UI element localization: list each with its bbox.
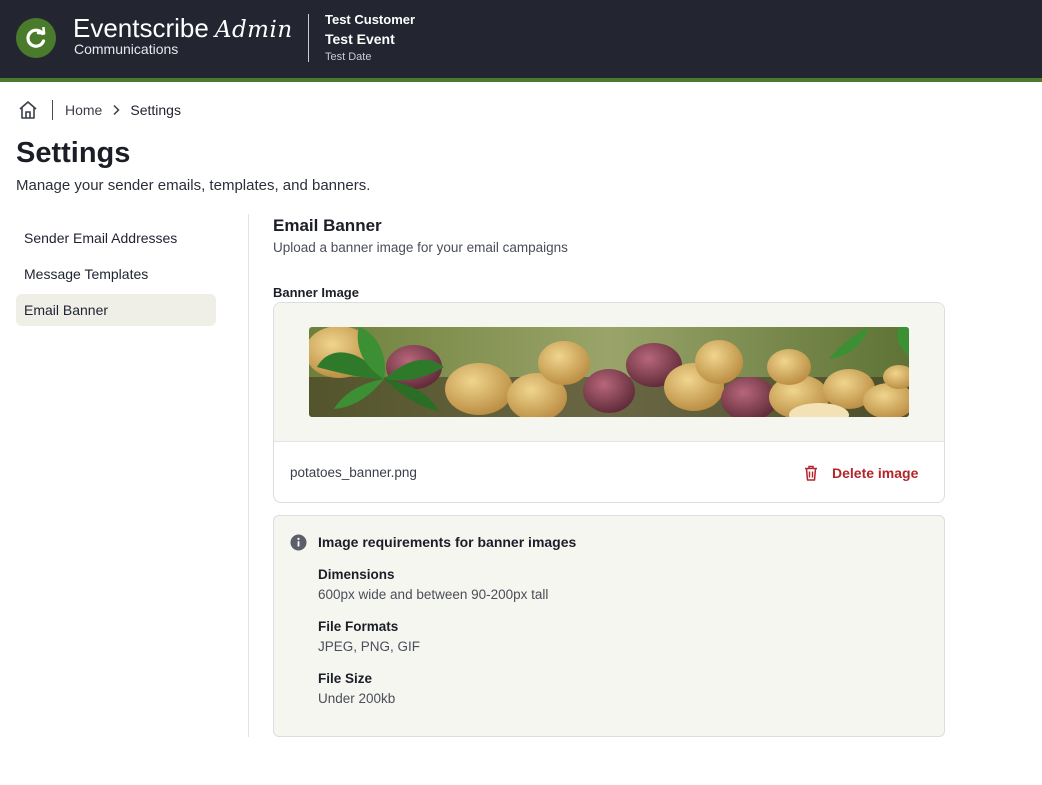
brand-name: Eventscribe [73, 13, 209, 43]
requirement-heading: File Formats [318, 619, 399, 634]
page-subtitle: Manage your sender emails, templates, an… [16, 177, 371, 194]
banner-image [309, 327, 909, 417]
breadcrumb: Home Settings [16, 98, 181, 122]
requirement-file-formats: File Formats JPEG, PNG, GIF [318, 619, 420, 654]
requirements-title: Image requirements for banner images [318, 534, 577, 550]
banner-image-label: Banner Image [273, 285, 359, 300]
breadcrumb-divider [52, 100, 53, 120]
requirement-dimensions: Dimensions 600px wide and between 90-200… [318, 567, 548, 602]
header-accent-bar [0, 78, 1042, 82]
brand-title: Eventscribe Admin [73, 13, 293, 43]
refresh-logo-icon [26, 27, 46, 48]
chevron-right-icon [111, 104, 121, 116]
top-header: Eventscribe Admin Communications Test Cus… [0, 0, 1042, 78]
requirement-value: 600px wide and between 90-200px tall [318, 587, 549, 602]
header-divider [308, 14, 309, 62]
info-icon [290, 534, 307, 556]
requirement-file-size: File Size Under 200kb [318, 671, 395, 706]
section-description: Upload a banner image for your email cam… [273, 240, 568, 255]
context-date: Test Date [325, 51, 372, 63]
sidebar-item-sender-emails[interactable]: Sender Email Addresses [16, 222, 216, 254]
sidebar-item-message-templates[interactable]: Message Templates [16, 258, 216, 290]
image-requirements-panel: Image requirements for banner images Dim… [273, 515, 945, 737]
breadcrumb-home-link[interactable]: Home [65, 102, 102, 118]
requirement-heading: Dimensions [318, 567, 395, 582]
banner-file-name: potatoes_banner.png [290, 465, 417, 480]
banner-preview-area [274, 303, 944, 442]
context-event: Test Event [325, 31, 395, 47]
requirement-heading: File Size [318, 671, 373, 686]
breadcrumb-current: Settings [130, 102, 181, 118]
delete-image-button[interactable]: Delete image [804, 461, 918, 485]
section-title: Email Banner [273, 216, 382, 235]
sidenav-divider [248, 214, 249, 737]
banner-image-card: potatoes_banner.png Delete image [273, 302, 945, 503]
home-icon[interactable] [16, 98, 40, 122]
settings-sidenav: Sender Email Addresses Message Templates… [16, 222, 216, 330]
page-title: Settings [16, 137, 131, 169]
brand-logo[interactable] [16, 18, 56, 58]
brand-admin: Admin [214, 17, 293, 43]
requirement-value: Under 200kb [318, 691, 396, 706]
trash-icon [804, 465, 818, 481]
sidebar-item-email-banner[interactable]: Email Banner [16, 294, 216, 326]
context-customer: Test Customer [325, 12, 416, 27]
brand-subtitle: Communications [74, 41, 179, 57]
requirement-value: JPEG, PNG, GIF [318, 639, 421, 654]
delete-image-label: Delete image [832, 465, 919, 481]
